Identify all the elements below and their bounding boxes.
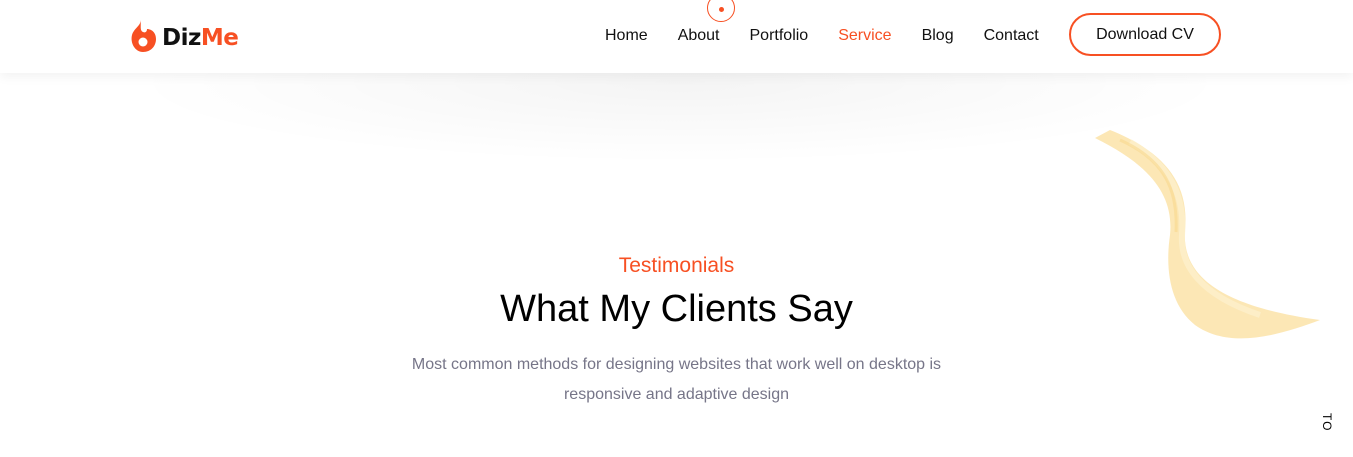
logo-text: DizMe (162, 24, 239, 51)
nav-item-blog[interactable]: Blog (922, 26, 954, 46)
nav-item-about[interactable]: About (678, 26, 720, 46)
nav-item-service[interactable]: Service (838, 26, 891, 46)
nav-item-portfolio[interactable]: Portfolio (750, 26, 809, 46)
nav-item-contact[interactable]: Contact (984, 26, 1039, 46)
logo-text-part2: Me (200, 24, 239, 51)
nav-item-home[interactable]: Home (605, 26, 648, 46)
section-subtitle: Testimonials (618, 254, 735, 277)
main-nav: Home About Portfolio Service Blog Contac… (605, 26, 1069, 46)
site-header: DizMe Home About Portfolio Service Blog … (0, 0, 1353, 73)
logo[interactable]: DizMe (130, 18, 239, 54)
flame-logo-icon (131, 20, 156, 52)
section-description: Most common methods for designing websit… (411, 356, 942, 403)
cursor-dot (719, 7, 724, 12)
download-cv-button[interactable]: Download CV (1069, 13, 1221, 56)
to-top-link[interactable]: TO TOP (1318, 413, 1334, 457)
logo-text-part1: Diz (162, 24, 201, 51)
section-title: What My Clients Say (500, 288, 853, 330)
